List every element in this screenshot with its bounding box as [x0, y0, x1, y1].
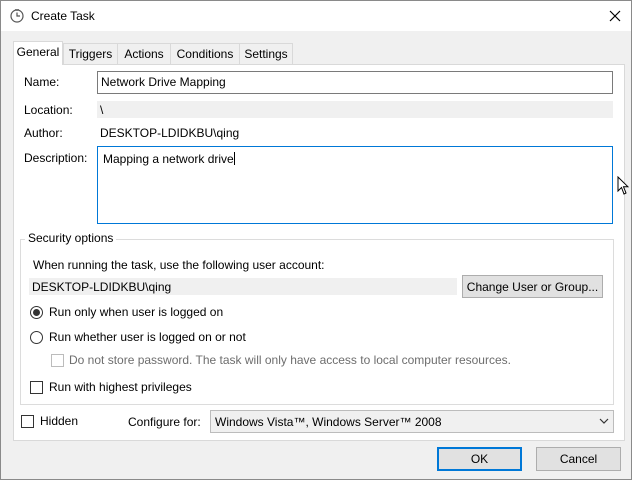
no-store-password-checkbox[interactable] [51, 354, 64, 367]
name-input[interactable]: Network Drive Mapping [97, 71, 613, 94]
location-value: \ [97, 101, 613, 118]
run-whether-label[interactable]: Run whether user is logged on or not [49, 330, 246, 344]
no-store-password-label: Do not store password. The task will onl… [69, 353, 511, 367]
highest-privileges-checkbox[interactable] [30, 381, 43, 394]
hidden-label[interactable]: Hidden [40, 414, 78, 428]
user-account-text: DESKTOP-LDIDKBU\qing [32, 280, 172, 294]
tab-label: Actions [124, 47, 164, 61]
cancel-label: Cancel [559, 452, 598, 466]
author-value: DESKTOP-LDIDKBU\qing [100, 126, 240, 140]
change-user-label: Change User or Group... [466, 280, 599, 294]
location-label: Location: [24, 103, 73, 117]
highest-privileges-label[interactable]: Run with highest privileges [49, 380, 192, 394]
configure-for-select[interactable]: Windows Vista™, Windows Server™ 2008 [210, 410, 614, 433]
close-icon [609, 10, 621, 22]
configure-value: Windows Vista™, Windows Server™ 2008 [215, 415, 442, 429]
cancel-button[interactable]: Cancel [536, 447, 621, 471]
configure-label: Configure for: [128, 415, 201, 429]
general-panel: Name: Network Drive Mapping Location: \ … [13, 64, 625, 441]
change-user-button[interactable]: Change User or Group... [462, 275, 603, 298]
run-logged-on-radio[interactable] [30, 306, 43, 319]
title-bar: Create Task [1, 1, 631, 31]
tab-general[interactable]: General [13, 41, 63, 65]
chevron-down-icon [599, 418, 609, 424]
tab-label: General [16, 45, 60, 59]
description-label: Description: [24, 151, 88, 165]
tab-label: Triggers [68, 47, 113, 61]
account-prompt: When running the task, use the following… [33, 258, 325, 272]
tab-label: Settings [244, 47, 288, 61]
location-text: \ [100, 103, 104, 117]
text-caret [233, 152, 235, 165]
hidden-checkbox[interactable] [21, 415, 34, 428]
tab-settings[interactable]: Settings [239, 43, 293, 64]
security-options-group: Security options When running the task, … [20, 231, 614, 405]
description-value: Mapping a network drive [103, 152, 234, 166]
run-logged-on-label[interactable]: Run only when user is logged on [49, 305, 223, 319]
name-label: Name: [24, 75, 60, 89]
tab-conditions[interactable]: Conditions [170, 43, 240, 64]
name-value: Network Drive Mapping [101, 75, 226, 89]
author-label: Author: [24, 126, 63, 140]
create-task-dialog: Create Task General Triggers Actions Con… [0, 0, 632, 480]
ok-label: OK [470, 452, 489, 466]
ok-button[interactable]: OK [437, 447, 522, 471]
description-input[interactable]: Mapping a network drive [97, 146, 613, 224]
tab-actions[interactable]: Actions [117, 43, 171, 64]
clock-icon [10, 9, 24, 23]
close-button[interactable] [599, 1, 631, 31]
tab-triggers[interactable]: Triggers [63, 43, 118, 64]
security-options-title: Security options [25, 231, 117, 245]
user-account-value: DESKTOP-LDIDKBU\qing [29, 278, 457, 295]
mouse-pointer-icon [617, 176, 629, 195]
run-whether-radio[interactable] [30, 331, 43, 344]
window-title: Create Task [31, 9, 95, 23]
tab-label: Conditions [176, 47, 234, 61]
